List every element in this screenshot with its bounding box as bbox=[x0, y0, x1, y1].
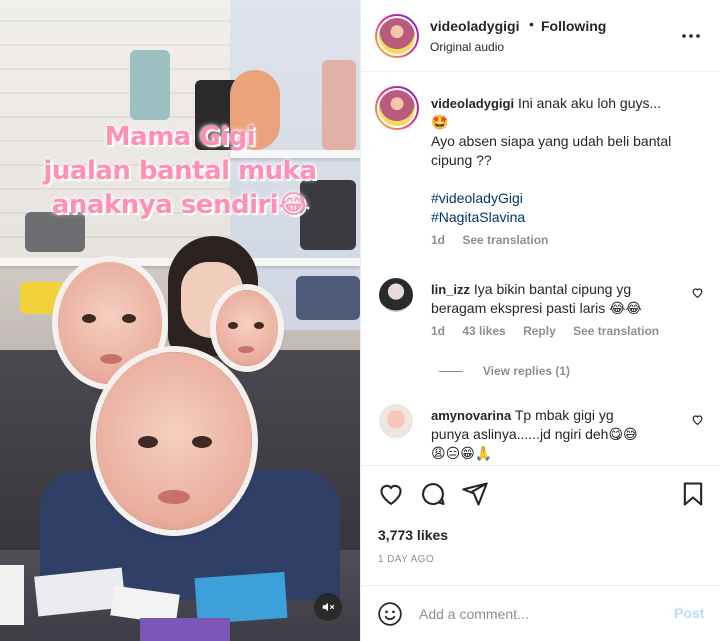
comment-time: 1d bbox=[431, 324, 446, 338]
bottle bbox=[322, 60, 356, 150]
avatar[interactable] bbox=[375, 14, 419, 58]
header-username[interactable]: videoladygigi bbox=[430, 18, 519, 34]
commenter-avatar[interactable] bbox=[379, 404, 413, 438]
share-button[interactable] bbox=[461, 480, 489, 508]
comment-username[interactable]: lin_izz bbox=[431, 282, 470, 297]
post-actions: 3,773 likes 1 DAY AGO bbox=[361, 465, 720, 585]
overlay-line: Mama Gigi bbox=[104, 122, 256, 152]
baby-face-pillow bbox=[216, 290, 278, 366]
comment-icon bbox=[422, 483, 445, 506]
overlay-line: anaknya sendiri😂 bbox=[51, 190, 309, 220]
send-icon bbox=[462, 482, 488, 506]
likes-count[interactable]: 3,773 likes bbox=[378, 527, 448, 543]
replies-divider bbox=[439, 370, 463, 372]
comment-text: Tp mbak gigi yg bbox=[514, 407, 614, 423]
save-button[interactable] bbox=[679, 480, 707, 508]
product-box bbox=[0, 565, 24, 625]
comment-text: Iya bikin bantal cipung yg bbox=[473, 281, 632, 297]
more-options-button[interactable] bbox=[679, 24, 703, 48]
comment-input[interactable] bbox=[419, 603, 659, 625]
see-translation-button[interactable]: See translation bbox=[462, 233, 548, 247]
comments-section: videoladygigi Ini anak aku loh guys... 🤩… bbox=[361, 72, 720, 465]
caption-avatar[interactable] bbox=[375, 86, 419, 130]
reply-button[interactable]: Reply bbox=[523, 324, 556, 338]
product-box bbox=[140, 618, 230, 641]
heart-icon bbox=[692, 415, 703, 426]
view-replies-label: View replies (1) bbox=[482, 364, 571, 378]
caption-username[interactable]: videoladygigi bbox=[431, 96, 514, 111]
comment-text: beragam ekspresi pasti laris 😂😂 bbox=[431, 300, 642, 316]
see-translation-button[interactable]: See translation bbox=[573, 324, 659, 338]
comment-text: 😩😑😁🙏 bbox=[431, 445, 493, 461]
comment: lin_izz Iya bikin bantal cipung yg berag… bbox=[431, 280, 681, 338]
heart-icon bbox=[692, 288, 703, 299]
baby-face-pillow bbox=[96, 352, 252, 530]
commenter-avatar[interactable] bbox=[379, 278, 413, 312]
post-media[interactable]: Mama Gigi jualan bantal muka anaknya sen… bbox=[0, 0, 360, 641]
like-comment-button[interactable] bbox=[691, 286, 704, 302]
heart-icon bbox=[380, 484, 402, 506]
emoji-button[interactable] bbox=[377, 601, 403, 627]
comment-button[interactable] bbox=[419, 480, 447, 508]
caption-text: Ayo absen siapa yang udah beli bantal bbox=[431, 133, 672, 149]
caption-time: 1d bbox=[431, 233, 446, 247]
hashtag-link[interactable]: #videoladyGigi bbox=[431, 189, 711, 208]
hashtag-link[interactable]: #NagitaSlavina bbox=[431, 208, 711, 227]
utensil-jar bbox=[130, 50, 170, 120]
following-button[interactable]: Following bbox=[541, 18, 606, 34]
post-comment-button[interactable]: Post bbox=[674, 605, 704, 621]
speaker-muted-icon bbox=[322, 602, 335, 612]
caption-text: 🤩 bbox=[431, 114, 449, 130]
overlay-line: jualan bantal muka bbox=[43, 156, 317, 186]
like-comment-button[interactable] bbox=[691, 413, 704, 429]
like-button[interactable] bbox=[377, 480, 405, 508]
post-details-panel: videoladygigi • Following Original audio… bbox=[360, 0, 720, 641]
caption: videoladygigi Ini anak aku loh guys... 🤩… bbox=[431, 94, 711, 247]
mute-button[interactable] bbox=[314, 593, 342, 621]
comment-likes[interactable]: 43 likes bbox=[462, 324, 505, 338]
audio-link[interactable]: Original audio bbox=[430, 40, 504, 54]
comment-text: punya aslinya......jd ngiri deh😋😅 bbox=[431, 426, 638, 442]
add-comment-bar: Post bbox=[361, 585, 720, 641]
smiley-icon bbox=[378, 602, 402, 626]
bookmark-icon bbox=[683, 482, 703, 506]
comment-username[interactable]: amynovarina bbox=[431, 408, 511, 423]
product-box bbox=[194, 571, 288, 625]
more-options-icon bbox=[682, 34, 700, 38]
comment: amynovarina Tp mbak gigi yg punya asliny… bbox=[431, 406, 681, 463]
post-header: videoladygigi • Following Original audio bbox=[361, 0, 720, 72]
view-replies-button[interactable]: View replies (1) bbox=[439, 362, 570, 378]
video-overlay-caption: Mama Gigi jualan bantal muka anaknya sen… bbox=[40, 120, 320, 222]
bowl bbox=[296, 276, 360, 320]
caption-text: cipung ?? bbox=[431, 152, 492, 168]
caption-text: Ini anak aku loh guys... bbox=[517, 95, 662, 111]
post-timestamp: 1 DAY AGO bbox=[378, 554, 435, 565]
separator-dot: • bbox=[529, 16, 534, 32]
